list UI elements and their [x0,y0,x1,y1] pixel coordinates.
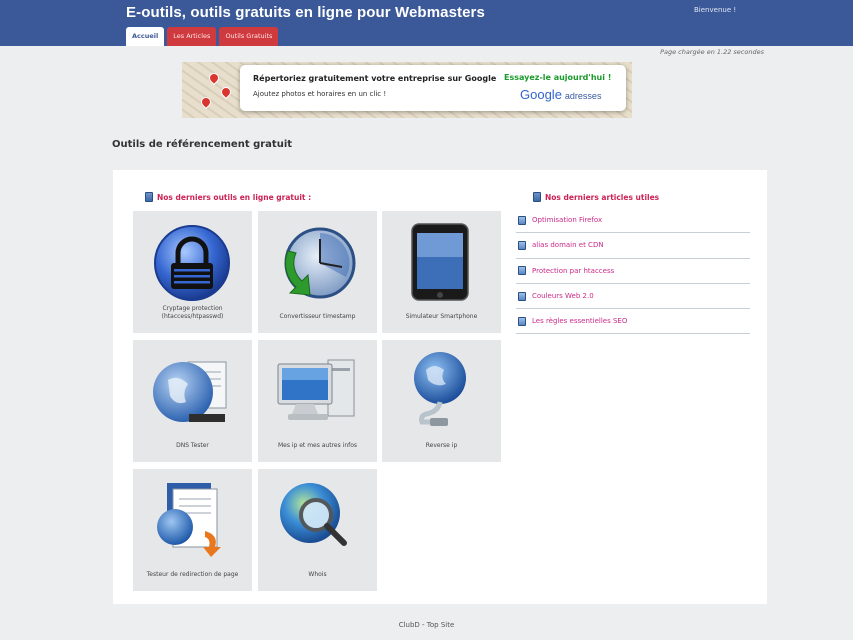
ad-card[interactable]: Répertoriez gratuitement votre entrepris… [240,65,626,111]
article-link[interactable]: Les règles essentielles SEO [516,309,750,335]
document-icon [518,291,526,301]
tool-tile-redirect[interactable]: Testeur de redirection de page [133,469,252,591]
document-icon [533,192,541,202]
ad-banner[interactable]: Répertoriez gratuitement votre entrepris… [182,62,632,118]
document-icon [145,192,153,202]
tool-tile-timestamp[interactable]: Convertisseur timestamp [258,211,377,333]
nav-tabs: Accueil Les Articles Outils Gratuits [126,27,279,46]
network-globe-icon [414,352,466,426]
google-adresses-logo: Google adresses [520,87,601,102]
globe-document-icon [153,361,227,422]
tools-section-heading: Nos derniers outils en ligne gratuit : [145,192,311,202]
smartphone-icon [411,223,469,301]
ad-subline: Ajoutez photos et horaires en un clic ! [253,90,387,98]
tool-tile-my-ip[interactable]: Mes ip et mes autres infos [258,340,377,462]
tile-caption: Whois [308,571,327,578]
document-icon [518,266,526,276]
tile-caption: Mes ip et mes autres infos [277,442,358,449]
document-icon [518,240,526,250]
tile-caption: Simulateur Smartphone [405,313,478,320]
tab-articles[interactable]: Les Articles [167,27,217,46]
article-link-label: alias domain et CDN [532,241,604,250]
footer-text[interactable]: ClubD - Top Site [0,621,853,629]
tile-caption: Cryptage protection (htaccess/htpasswd) [161,305,224,320]
magnifier-globe-icon [280,483,347,546]
lock-icon [154,225,230,301]
ad-headline: Répertoriez gratuitement votre entrepris… [253,74,497,83]
tile-caption: Convertisseur timestamp [279,313,356,320]
tools-section-heading-text: Nos derniers outils en ligne gratuit : [157,192,312,202]
article-link[interactable]: Protection par htaccess [516,259,750,284]
article-link[interactable]: Optimisation Firefox [516,208,750,234]
tile-caption: Reverse ip [425,442,458,449]
ad-cta[interactable]: Essayez-le aujourd'hui ! [504,73,611,82]
redirect-document-icon [157,483,221,557]
main-panel: Nos derniers outils en ligne gratuit : N… [113,170,767,604]
document-icon [518,215,526,225]
articles-section-heading: Nos derniers articles utiles [533,192,659,202]
articles-section-heading-text: Nos derniers articles utiles [545,192,660,202]
article-link-label: Couleurs Web 2.0 [532,292,594,301]
adresses-text: adresses [564,91,602,101]
article-link[interactable]: alias domain et CDN [516,233,750,259]
tab-accueil[interactable]: Accueil [126,27,165,46]
tile-caption: Testeur de redirection de page [146,571,239,578]
articles-list: Optimisation Firefox alias domain et CDN… [516,208,750,335]
tab-outils-gratuits[interactable]: Outils Gratuits [219,27,279,46]
tool-tile-reverse-ip[interactable]: Reverse ip [382,340,501,462]
tile-caption: DNS Tester [176,442,209,449]
article-link[interactable]: Couleurs Web 2.0 [516,284,750,310]
article-link-label: Protection par htaccess [532,266,615,275]
welcome-link[interactable]: Bienvenue ! [694,6,736,14]
computer-icon [277,359,355,420]
tool-tile-whois[interactable]: Whois [258,469,377,591]
tool-tile-crypt[interactable]: Cryptage protection (htaccess/htpasswd) [133,211,252,333]
clock-icon [284,227,356,299]
tool-tile-smartphone[interactable]: Simulateur Smartphone [382,211,501,333]
generation-time: Page chargée en 1.22 secondes [660,48,764,56]
google-logo-text: Google [520,87,562,102]
tool-tile-dns[interactable]: DNS Tester [133,340,252,462]
site-title[interactable]: E-outils, outils gratuits en ligne pour … [126,4,485,21]
article-link-label: Les règles essentielles SEO [532,317,628,326]
page-title: Outils de référencement gratuit [112,139,293,150]
article-link-label: Optimisation Firefox [532,216,603,225]
document-icon [518,316,526,326]
